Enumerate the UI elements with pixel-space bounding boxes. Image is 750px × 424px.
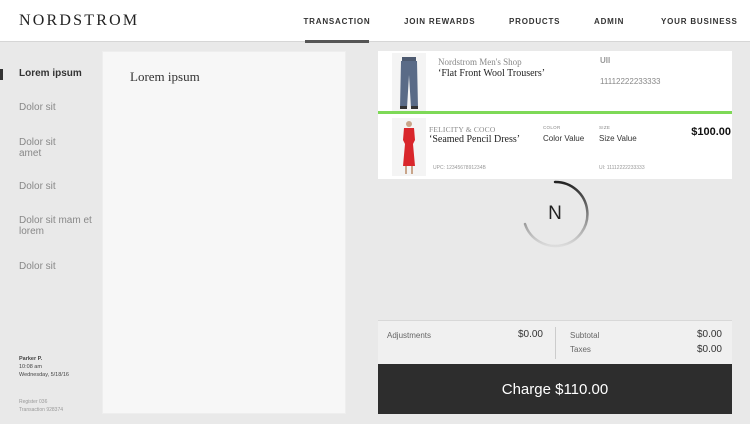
item2-color-value: Color Value <box>543 134 585 143</box>
adjustments-value: $0.00 <box>517 329 543 340</box>
user-info: Parker P. 10:08 am Wednesday, 5/18/16 <box>19 355 69 379</box>
cart-item-trousers[interactable]: Nordstrom Men's Shop ‘Flat Front Wool Tr… <box>378 51 732 113</box>
item1-uii-label: UII <box>600 56 611 65</box>
nav-transaction[interactable]: TRANSACTION <box>303 0 371 43</box>
item2-upc: UPC: 1234567891234B <box>433 165 486 171</box>
nav-admin[interactable]: ADMIN <box>594 0 624 42</box>
nav-your-business[interactable]: YOUR BUSINESS <box>661 0 738 42</box>
taxes-value: $0.00 <box>696 344 722 355</box>
nordstrom-logo[interactable]: NORDSTROM <box>19 12 139 30</box>
top-bar: NORDSTROM TRANSACTION JOIN REWARDS PRODU… <box>0 0 750 43</box>
sidebar-item-2[interactable]: Dolor sit <box>19 102 97 113</box>
totals-divider <box>555 327 556 359</box>
nav-join-rewards[interactable]: JOIN REWARDS <box>404 0 475 42</box>
register-number: Register 036 <box>19 399 48 405</box>
spinner-logo-letter: N <box>548 203 562 224</box>
nav-products-label: PRODUCTS <box>509 16 561 26</box>
item2-price: $100.00 <box>691 126 731 138</box>
totals-panel: Adjustments $0.00 Subtotal $0.00 Taxes $… <box>378 320 732 364</box>
sidebar-item-6[interactable]: Dolor sit <box>19 261 97 272</box>
transaction-number: Transaction 928374 <box>19 407 64 413</box>
taxes-label: Taxes <box>570 345 591 354</box>
sidebar-item-4[interactable]: Dolor sit <box>19 181 97 192</box>
user-name: Parker P. <box>19 356 43 362</box>
panel-title: Lorem ipsum <box>130 69 200 84</box>
item2-name: ‘Seamed Pencil Dress’ <box>429 134 521 145</box>
nav-your-business-label: YOUR BUSINESS <box>661 16 738 26</box>
nav-transaction-label: TRANSACTION <box>303 16 371 26</box>
sidebar-item-5[interactable]: Dolor sit mam et lorem <box>19 215 97 237</box>
dress-image <box>392 118 426 176</box>
sidebar-item-3[interactable]: Dolor sit amet <box>19 137 69 159</box>
user-date: Wednesday, 5/18/16 <box>19 372 69 378</box>
item2-size-label: SIZE <box>599 125 611 130</box>
sidebar: Lorem ipsum Dolor sit Dolor sit amet Dol… <box>0 42 101 424</box>
item2-brand: FELICITY & COCO <box>429 125 496 134</box>
item1-brand: Nordstrom Men's Shop <box>438 57 522 67</box>
adjustments-label: Adjustments <box>387 331 432 340</box>
trousers-image <box>392 53 426 111</box>
subtotal-value: $0.00 <box>696 329 722 340</box>
item2-size-value: Size Value <box>599 134 637 143</box>
nav-join-rewards-label: JOIN REWARDS <box>404 16 476 26</box>
main-panel: Lorem ipsum <box>102 51 346 414</box>
charge-button[interactable]: Charge $110.00 <box>378 364 732 414</box>
active-indicator <box>0 69 3 80</box>
item1-name: ‘Flat Front Wool Trousers’ <box>438 68 546 79</box>
nav-products[interactable]: PRODUCTS <box>509 0 560 42</box>
item1-uii-value: 11112222233333 <box>600 77 661 86</box>
sidebar-item-1[interactable]: Lorem ipsum <box>19 68 97 79</box>
item2-ui: UI: 11112222233333 <box>599 165 645 171</box>
cart-item-dress[interactable]: FELICITY & COCO ‘Seamed Pencil Dress’ CO… <box>378 114 732 179</box>
user-time: 10:08 am <box>19 364 42 370</box>
register-info: Register 036 Transaction 928374 <box>19 398 63 414</box>
nav-admin-label: ADMIN <box>594 16 625 26</box>
item2-color-label: COLOR <box>543 125 561 130</box>
subtotal-label: Subtotal <box>570 331 600 340</box>
